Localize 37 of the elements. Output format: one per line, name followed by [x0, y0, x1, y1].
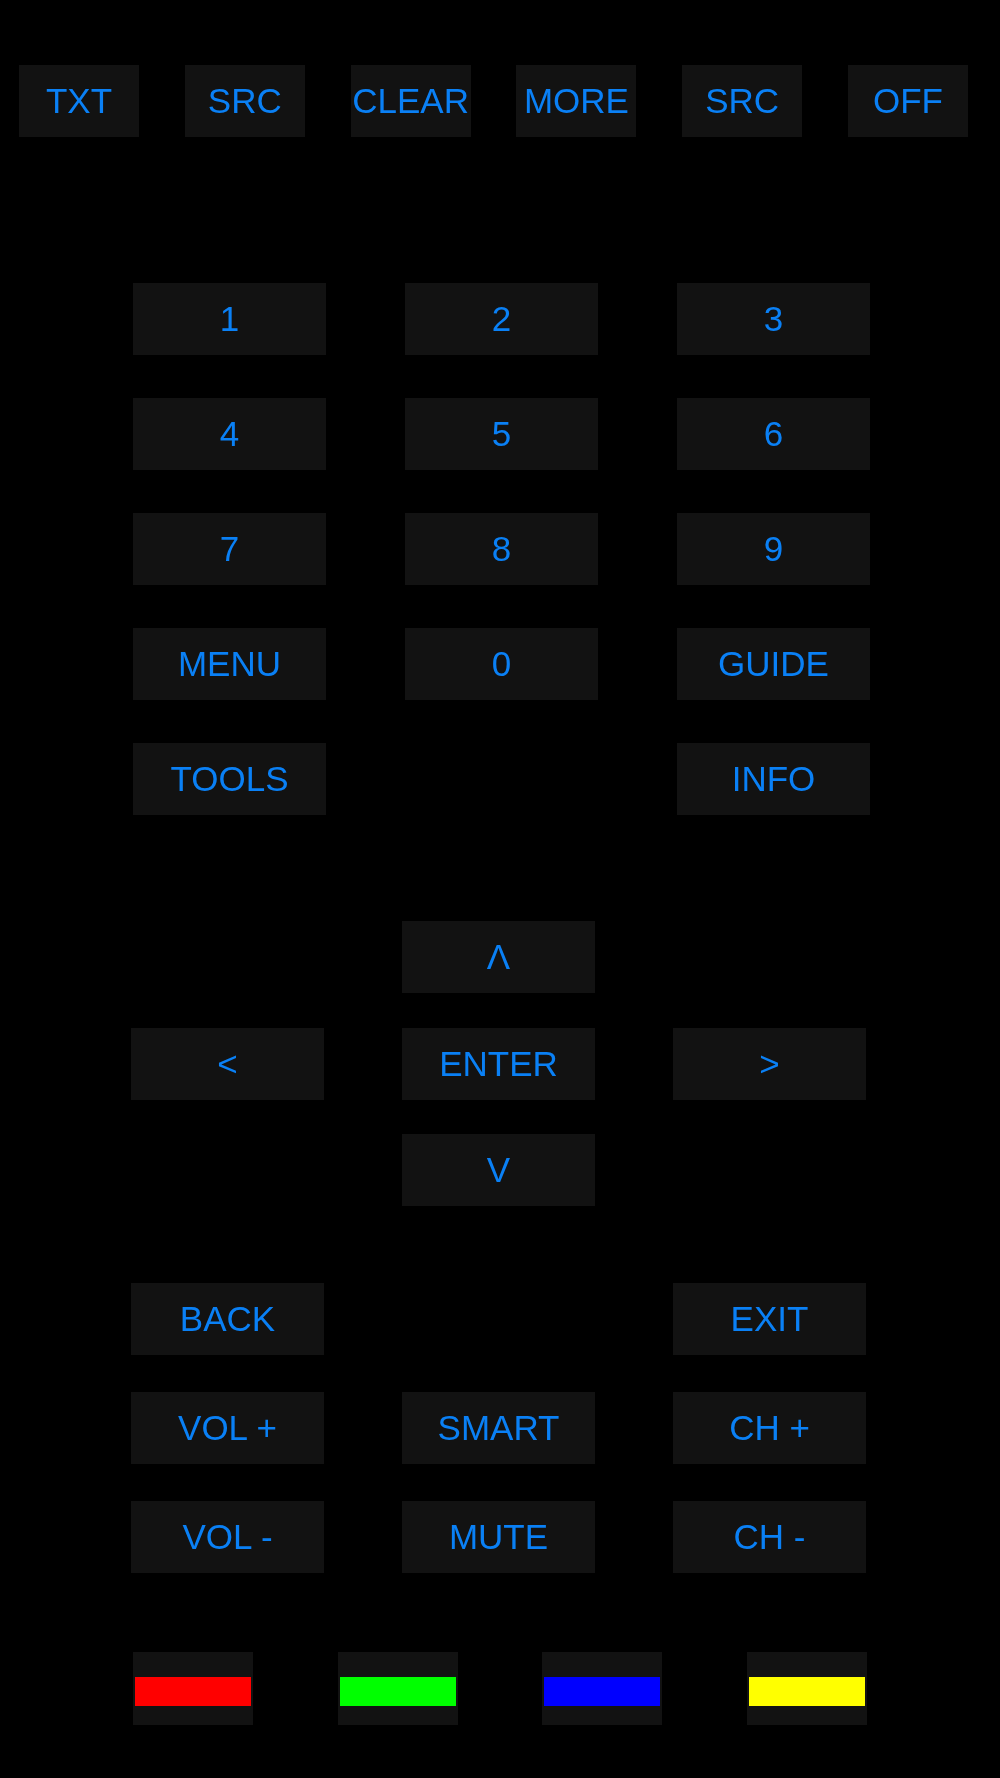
navigation-button[interactable]: >: [673, 1027, 866, 1100]
function-button[interactable]: CLEAR: [350, 65, 471, 137]
navigation-button[interactable]: Λ: [402, 921, 595, 993]
keypad-button[interactable]: 2: [405, 283, 598, 355]
control-button[interactable]: EXIT: [673, 1283, 866, 1355]
control-button[interactable]: MUTE: [402, 1501, 595, 1573]
keypad-button[interactable]: TOOLS: [133, 743, 326, 815]
keypad-button[interactable]: 9: [677, 513, 870, 585]
keypad-button[interactable]: 8: [405, 513, 598, 585]
control-button[interactable]: VOL -: [131, 1501, 324, 1573]
function-button[interactable]: MORE: [516, 65, 637, 137]
function-button[interactable]: SRC: [184, 65, 305, 137]
keypad-button[interactable]: 0: [405, 628, 598, 700]
keypad-button[interactable]: 5: [405, 398, 598, 470]
keypad-button[interactable]: 7: [133, 513, 326, 585]
control-button[interactable]: CH +: [673, 1392, 866, 1464]
function-button[interactable]: TXT: [19, 65, 139, 137]
keypad-button[interactable]: GUIDE: [677, 628, 870, 700]
navigation-button[interactable]: ENTER: [402, 1027, 595, 1100]
color-key-button[interactable]: [133, 1652, 253, 1725]
control-button[interactable]: SMART: [402, 1392, 595, 1464]
keypad-button[interactable]: 6: [677, 398, 870, 470]
keypad-button[interactable]: INFO: [677, 743, 870, 815]
control-button[interactable]: VOL +: [131, 1392, 324, 1464]
keypad-button[interactable]: 3: [677, 283, 870, 355]
navigation-button[interactable]: <: [131, 1027, 324, 1100]
keypad-button[interactable]: 1: [133, 283, 326, 355]
color-key-button[interactable]: [746, 1652, 867, 1725]
color-key-button[interactable]: [542, 1652, 663, 1725]
keypad-button[interactable]: 4: [133, 398, 326, 470]
control-button[interactable]: CH -: [673, 1501, 866, 1573]
navigation-button[interactable]: V: [402, 1134, 595, 1206]
color-key-button[interactable]: [337, 1652, 458, 1725]
control-button[interactable]: BACK: [131, 1283, 324, 1355]
function-button[interactable]: OFF: [848, 65, 968, 137]
function-button[interactable]: SRC: [682, 65, 803, 137]
keypad-button[interactable]: MENU: [133, 628, 326, 700]
